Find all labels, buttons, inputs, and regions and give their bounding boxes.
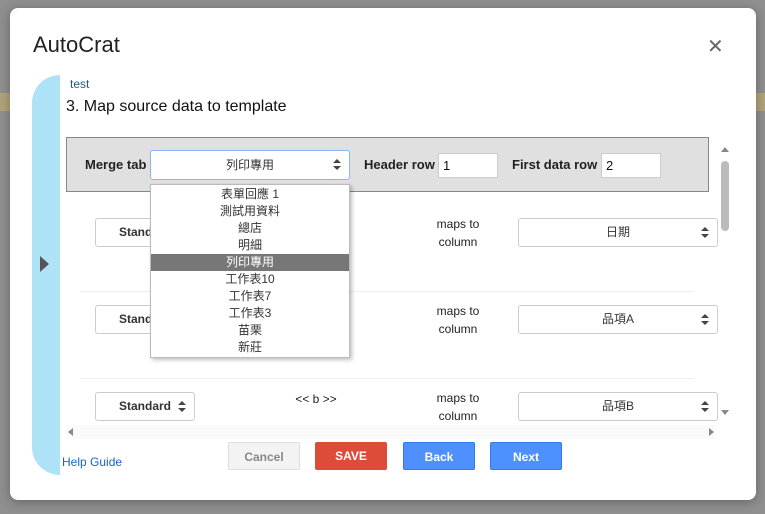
chevron-right-icon xyxy=(40,256,49,272)
column-select[interactable]: 品項A xyxy=(518,305,718,334)
merge-tab-value: 列印專用 xyxy=(225,158,274,172)
column-value: 品項B xyxy=(601,399,634,413)
dialog-title: AutoCrat xyxy=(33,32,120,57)
merge-tag: << b >> xyxy=(295,392,337,406)
maps-to-label: maps to column xyxy=(436,217,480,249)
next-button[interactable]: Next xyxy=(490,442,562,470)
save-button[interactable]: SAVE xyxy=(315,442,387,470)
header-row-label: Header row xyxy=(364,157,435,172)
sidebar-toggle[interactable] xyxy=(32,75,60,475)
project-name: test xyxy=(70,77,90,91)
dropdown-option[interactable]: 工作表10 xyxy=(151,271,349,288)
dropdown-option[interactable]: 表單回應 1 xyxy=(151,186,349,203)
dropdown-option[interactable]: 明細 xyxy=(151,237,349,254)
header-row-input[interactable]: 1 xyxy=(438,153,498,178)
maps-to-label: maps to column xyxy=(436,304,480,336)
field-type-value: Standard xyxy=(118,399,171,413)
scroll-left-icon[interactable] xyxy=(68,428,73,436)
autocrat-dialog: AutoCrat ✕ test 3. Map source data to te… xyxy=(10,8,756,500)
dropdown-option[interactable]: 總店 xyxy=(151,220,349,237)
dropdown-option[interactable]: 工作表7 xyxy=(151,288,349,305)
dropdown-option[interactable]: 測試用資料 xyxy=(151,203,349,220)
scroll-up-icon[interactable] xyxy=(721,147,729,152)
field-type-select[interactable]: Standard xyxy=(95,392,195,421)
column-select[interactable]: 日期 xyxy=(518,218,718,247)
dropdown-option-selected[interactable]: 列印專用 xyxy=(151,254,349,271)
merge-tab-dropdown: 表單回應 1 測試用資料 總店 明細 列印專用 工作表10 工作表7 工作表3 … xyxy=(150,184,350,358)
select-arrows-icon xyxy=(701,401,709,413)
dropdown-option[interactable]: 工作表3 xyxy=(151,305,349,322)
maps-to-label: maps to column xyxy=(436,391,480,423)
column-value: 日期 xyxy=(605,225,630,239)
dropdown-option[interactable]: 苗栗 xyxy=(151,322,349,339)
merge-tab-select[interactable]: 列印專用 xyxy=(150,150,350,180)
select-arrows-icon xyxy=(178,401,186,413)
step-heading: 3. Map source data to template xyxy=(66,98,287,115)
first-data-row-input[interactable]: 2 xyxy=(601,153,661,178)
select-arrows-icon xyxy=(333,159,341,171)
horizontal-scrollbar[interactable] xyxy=(66,425,716,439)
scroll-right-icon[interactable] xyxy=(709,428,714,436)
vertical-scrollbar[interactable] xyxy=(718,145,732,425)
first-data-row-label: First data row xyxy=(512,157,598,172)
help-guide-link[interactable]: Help Guide xyxy=(62,455,122,469)
scroll-down-icon[interactable] xyxy=(721,410,729,415)
select-arrows-icon xyxy=(701,314,709,326)
scroll-thumb[interactable] xyxy=(721,161,729,231)
column-value: 品項A xyxy=(601,312,634,326)
cancel-button[interactable]: Cancel xyxy=(228,442,300,470)
merge-tab-label: Merge tab xyxy=(85,157,147,172)
select-arrows-icon xyxy=(701,227,709,239)
back-button[interactable]: Back xyxy=(403,442,475,470)
column-select[interactable]: 品項B xyxy=(518,392,718,421)
close-icon[interactable]: ✕ xyxy=(707,34,724,59)
dropdown-option[interactable]: 新莊 xyxy=(151,339,349,356)
